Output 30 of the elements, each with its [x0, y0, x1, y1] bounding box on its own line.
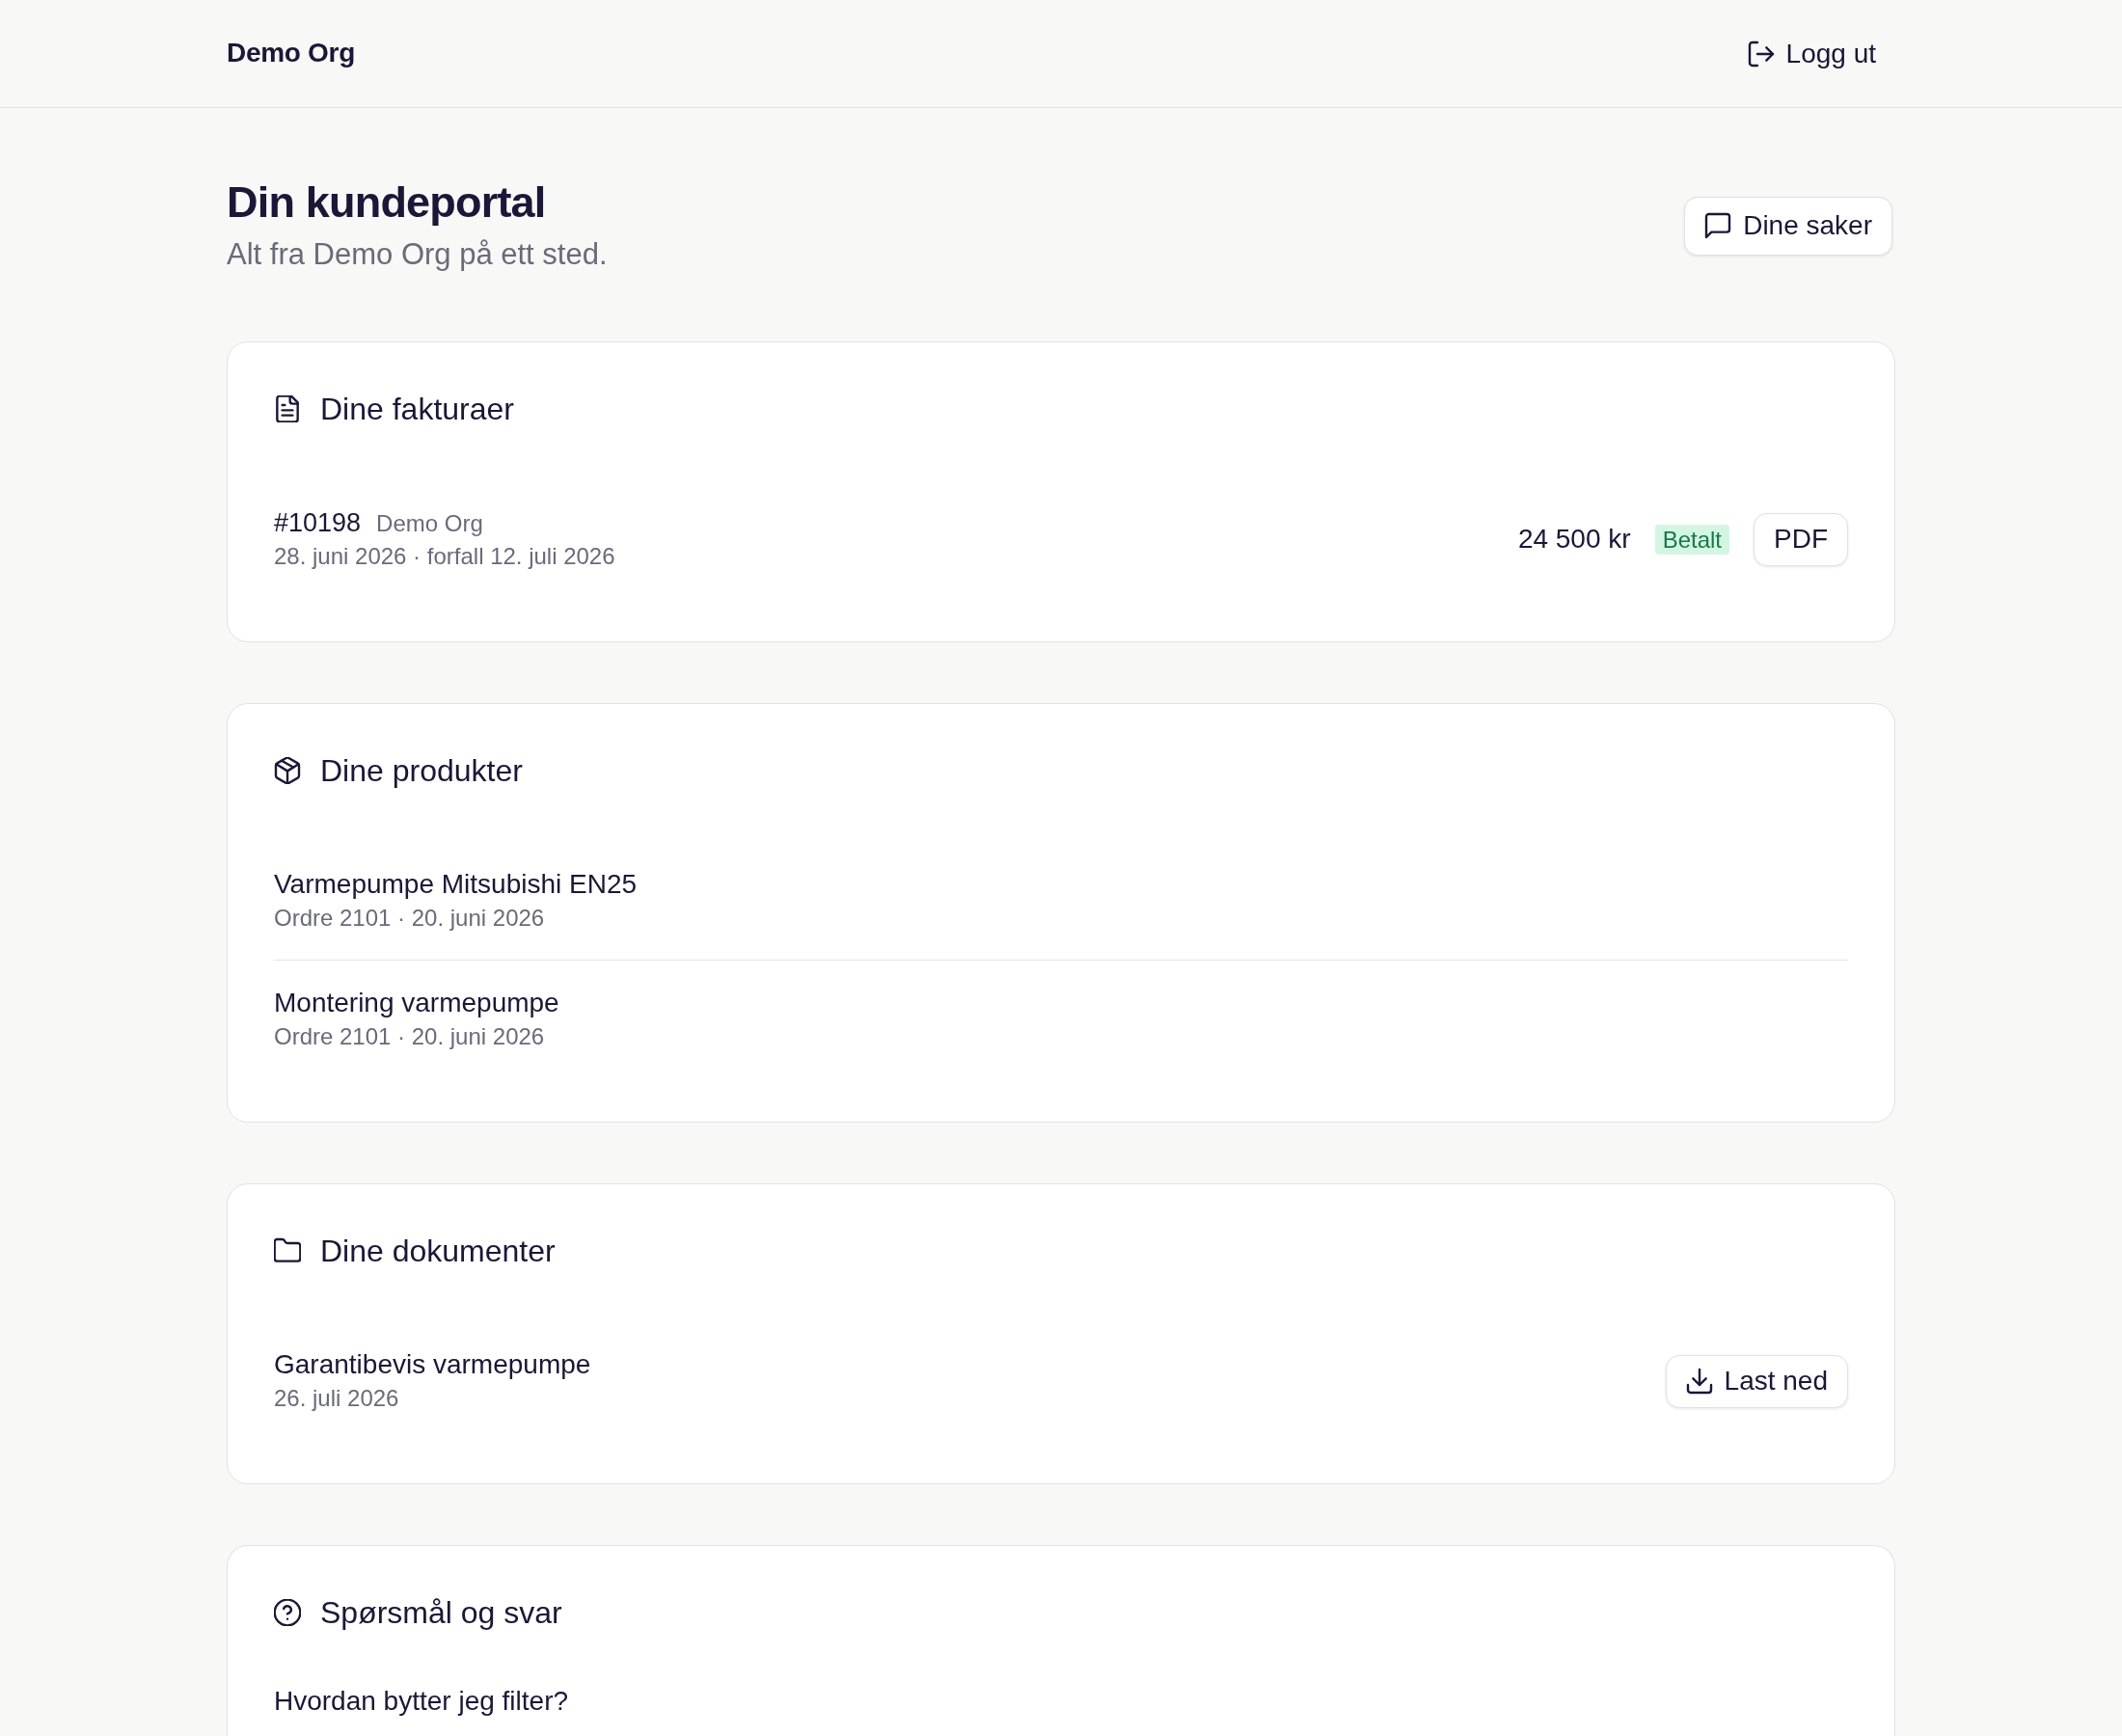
page-subtitle: Alt fra Demo Org på ett sted. — [227, 236, 608, 273]
document-date: 26. juli 2026 — [274, 1384, 400, 1413]
section-title: Dine dokumenter — [320, 1233, 556, 1270]
invoice-number: #10198 — [274, 507, 362, 539]
section-title: Dine fakturaer — [320, 391, 514, 428]
box-icon — [274, 757, 301, 784]
download-button[interactable]: Last ned — [1665, 1354, 1848, 1408]
status-badge: Betalt — [1654, 524, 1729, 555]
section-title: Spørsmål og svar — [320, 1594, 562, 1632]
logout-button[interactable]: Logg ut — [1728, 28, 1895, 79]
document-icon — [274, 395, 301, 422]
document-name: Garantibevis varmepumpe — [274, 1348, 591, 1381]
invoice-amount: 24 500 kr — [1517, 524, 1631, 555]
product-name: Montering varmepumpe — [274, 987, 559, 1019]
folder-icon — [274, 1237, 301, 1264]
product-details: Ordre 2101 · 20. juni 2026 — [274, 904, 546, 933]
pdf-button[interactable]: PDF — [1754, 512, 1848, 566]
product-details: Ordre 2101 · 20. juni 2026 — [274, 1022, 546, 1051]
brand-name: Demo Org — [227, 37, 355, 68]
download-icon — [1685, 1368, 1713, 1395]
cases-button[interactable]: Dine saker — [1684, 196, 1892, 256]
invoice-customer: Demo Org — [376, 509, 483, 538]
invoice-dates: 28. juni 2026 · forfall 12. juli 2026 — [274, 542, 615, 571]
page-title: Din kundeportal — [227, 177, 547, 228]
logout-icon — [1747, 40, 1775, 68]
faq-question: Hvordan bytter jeg filter? — [274, 1685, 569, 1718]
chat-bubble-icon — [1704, 212, 1732, 239]
question-icon — [274, 1599, 301, 1626]
product-name: Varmepumpe Mitsubishi EN25 — [274, 868, 638, 901]
section-title: Dine produkter — [320, 752, 523, 790]
